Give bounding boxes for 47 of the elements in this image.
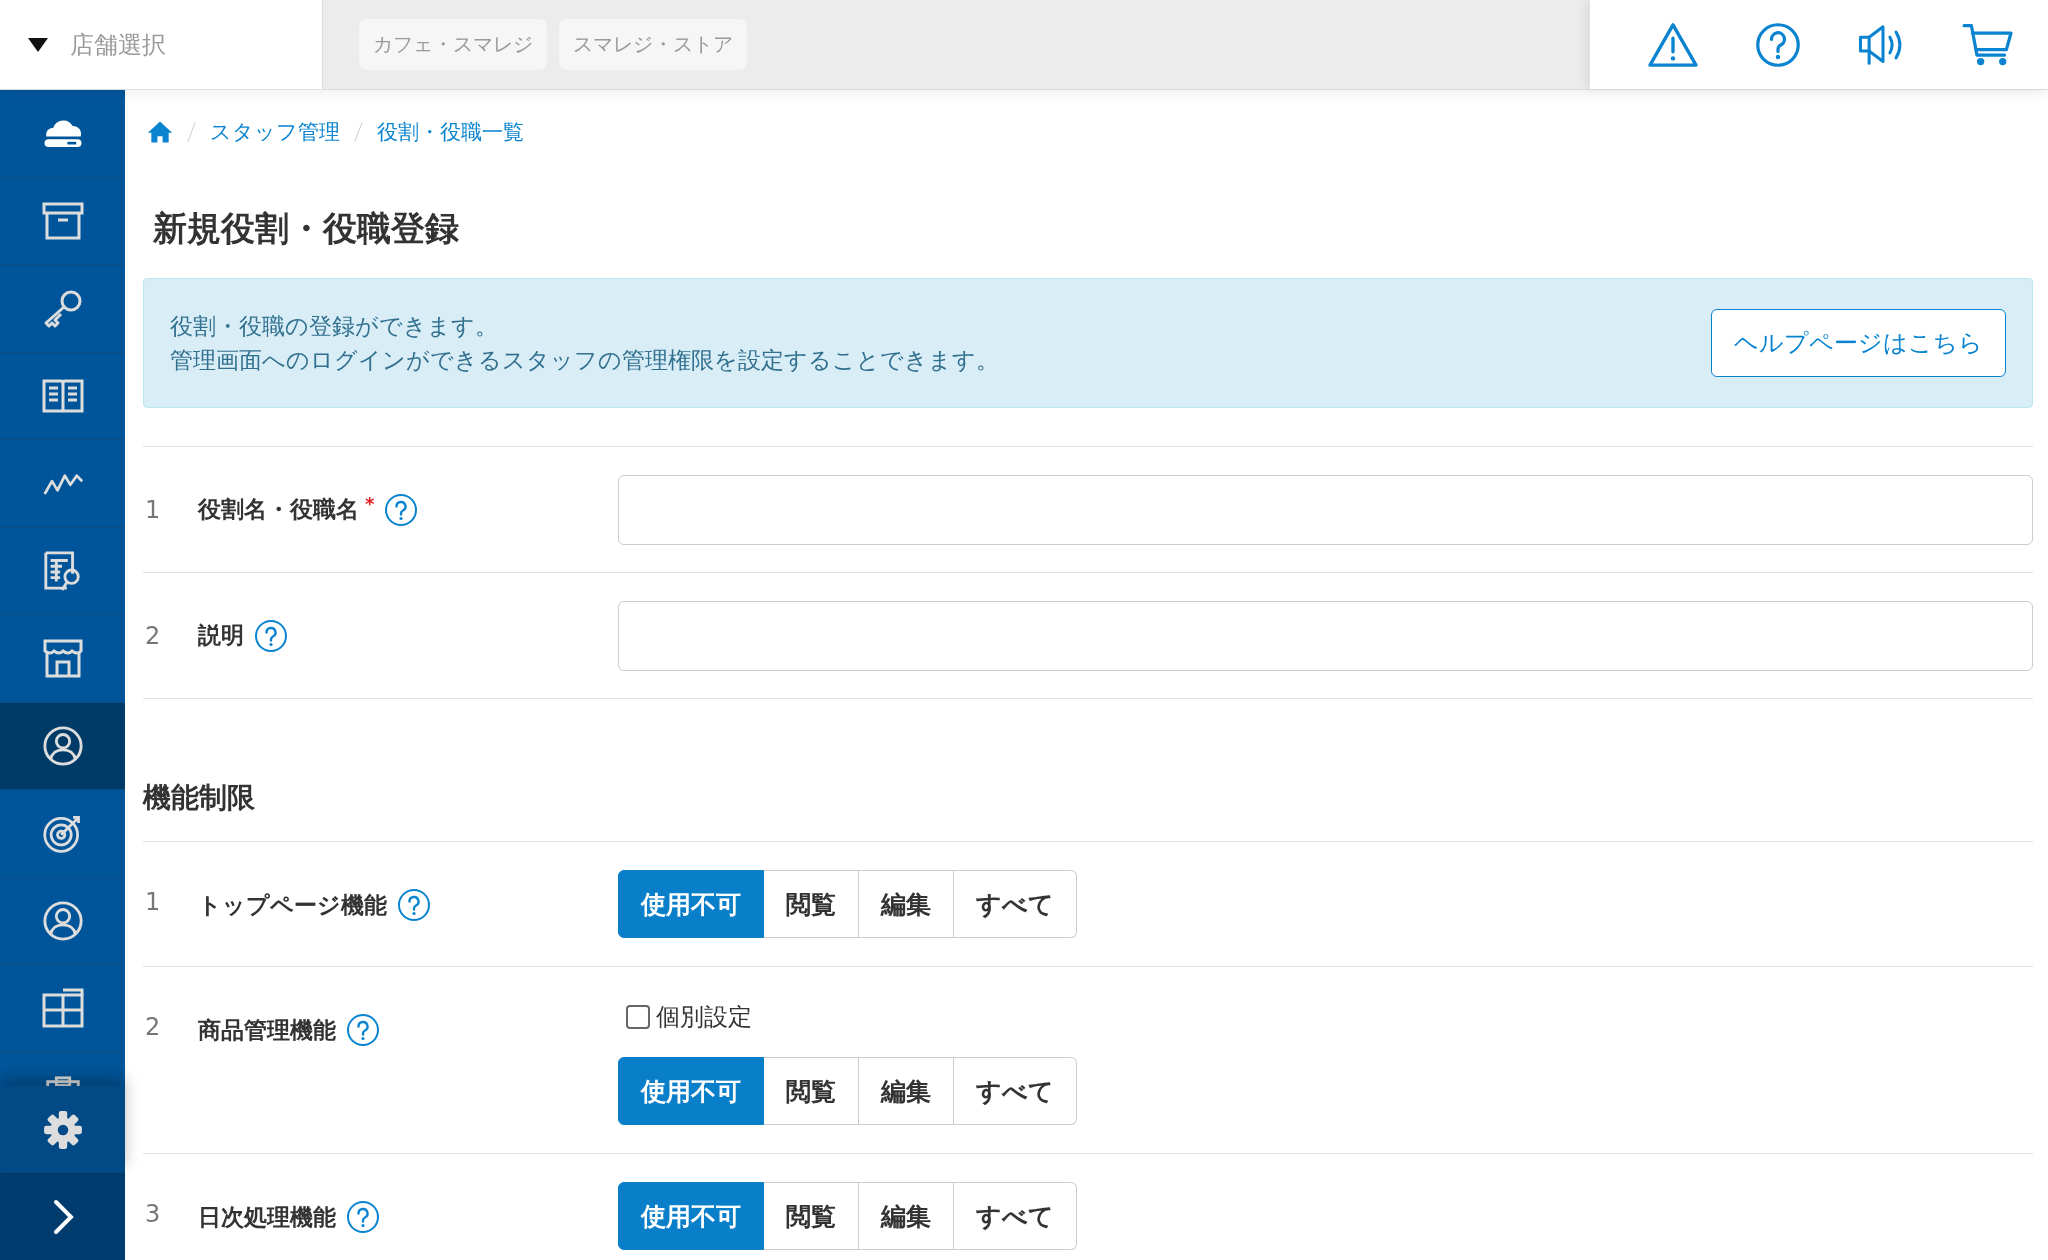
info-text: 役割・役職の登録ができます。 [170,312,499,341]
row-number: 3 [144,1200,162,1228]
cart-icon[interactable] [1961,21,2014,68]
breadcrumb-link[interactable]: スタッフ管理 [210,118,340,146]
user-icon [40,899,85,942]
permission-option[interactable]: 閲覧 [764,1182,859,1250]
section-heading: 機能制限 [143,780,256,816]
help-icon[interactable] [397,888,431,922]
function-label: 商品管理機能 [198,1015,336,1045]
permission-option[interactable]: すべて [954,1182,1077,1250]
permission-option[interactable]: すべて [954,1057,1077,1125]
staff-icon [40,724,85,767]
shelves-icon [40,987,85,1030]
page-title: 新規役割・役職登録 [153,207,460,250]
field-label: 説明 [198,621,244,650]
permission-option[interactable]: 使用不可 [618,1057,764,1125]
permission-option[interactable]: 編集 [859,1182,954,1250]
home-icon[interactable] [147,120,173,144]
row-number: 1 [144,888,162,916]
settings-button[interactable] [0,1086,125,1173]
text-input-field[interactable] [618,474,2033,545]
permission-option[interactable]: すべて [954,870,1077,938]
help-icon[interactable] [346,1013,380,1047]
row-number: 1 [144,495,162,524]
caret-icon [28,37,48,52]
function-label: 日次処理機能 [198,1202,336,1232]
field-label: 役割名・役職名 [198,495,359,524]
permission-option[interactable]: 使用不可 [618,870,764,938]
help-icon[interactable] [384,492,419,527]
row-number: 2 [144,621,162,650]
individual-setting-checkbox[interactable]: 個別設定 [626,1001,1077,1033]
permission-option[interactable]: 編集 [859,1057,954,1125]
breadcrumb-link[interactable]: 役割・役職一覧 [377,118,524,146]
text-input-field[interactable] [618,600,2033,671]
help-icon[interactable] [346,1200,380,1234]
permission-option[interactable]: 使用不可 [618,1182,764,1250]
function-label: トップページ機能 [198,890,387,920]
row-number: 2 [144,1013,162,1041]
sidebar-item[interactable] [0,702,125,790]
required-mark: * [365,492,375,514]
permission-option[interactable]: 編集 [859,870,954,938]
permission-option[interactable]: 閲覧 [764,1057,859,1125]
permission-option[interactable]: 閲覧 [764,870,859,938]
info-text: 管理画面へのログインができるスタッフの管理権限を設定することできます。 [170,346,999,375]
warning-icon[interactable] [1646,21,1699,68]
help-icon[interactable] [254,618,288,653]
help-page-button[interactable]: ヘルプページはこちら [1711,309,2006,377]
